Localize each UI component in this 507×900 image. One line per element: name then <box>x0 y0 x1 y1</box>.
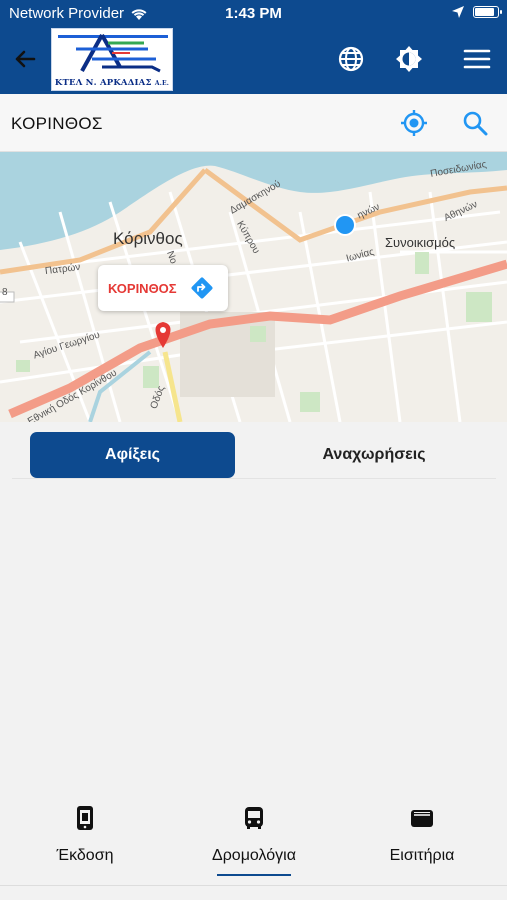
tab-departures[interactable]: Αναχωρήσεις <box>274 432 474 478</box>
location-title: ΚΟΡΙΝΘΟΣ <box>11 114 103 133</box>
status-bar: Network Provider 1:43 PM <box>0 0 507 28</box>
location-bar: ΚΟΡΙΝΘΟΣ <box>0 94 507 152</box>
logo-suffix: Α.Ε. <box>154 80 170 87</box>
menu-icon[interactable] <box>462 44 492 74</box>
arrivals-departures-tabs: Αφίξεις Αναχωρήσεις <box>12 432 496 479</box>
nav-item-issue[interactable]: Έκδοση <box>15 804 155 865</box>
battery-icon <box>473 6 502 18</box>
status-right <box>451 5 502 19</box>
nav-item-routes[interactable]: Δρομολόγια <box>184 804 324 865</box>
logo-text: ΚΤΕΛ Ν. ΑΡΚΑΔΙΑΣ Α.Ε. <box>52 78 172 88</box>
bus-icon <box>245 807 263 829</box>
header: ΚΤΕΛ Ν. ΑΡΚΑΔΙΑΣ Α.Ε. <box>0 28 507 94</box>
wallet-icon <box>411 810 433 827</box>
map-route-number: 8 <box>2 287 8 298</box>
battery-fill <box>475 8 494 16</box>
status-time: 1:43 PM <box>225 5 282 22</box>
bottom-navigation: Έκδοση Δρομολόγια Εισιτήρια <box>0 790 507 886</box>
map-neighborhood-label: Συνοικισμός <box>385 235 456 250</box>
map-view[interactable]: Κόρινθος Συνοικισμός Πατρών Δαμασκηνού Κ… <box>0 152 507 422</box>
brightness-icon[interactable] <box>394 44 424 74</box>
active-tab-indicator <box>217 874 291 876</box>
nav-label-tickets: Εισιτήρια <box>389 847 455 864</box>
top-bar: Network Provider 1:43 PM ΚΤΕΛ Ν. ΑΡΚΑΔΙΑ… <box>0 0 507 94</box>
nav-label-routes: Δρομολόγια <box>212 847 296 864</box>
directions-icon[interactable] <box>190 276 214 300</box>
map-popup-label: ΚΟΡΙΝΘΟΣ <box>108 281 177 296</box>
tab-arrivals[interactable]: Αφίξεις <box>30 432 235 478</box>
bottom-divider <box>0 885 507 886</box>
nav-label-issue: Έκδοση <box>56 847 114 864</box>
company-logo: ΚΤΕΛ Ν. ΑΡΚΑΔΙΑΣ Α.Ε. <box>51 28 173 91</box>
nav-item-tickets[interactable]: Εισιτήρια <box>352 804 492 865</box>
ticket-issue-icon <box>77 806 93 830</box>
back-arrow-icon[interactable] <box>10 44 40 74</box>
logo-emblem <box>58 34 168 73</box>
search-icon[interactable] <box>460 108 490 138</box>
logo-title: ΚΤΕΛ Ν. ΑΡΚΑΔΙΑΣ <box>54 78 152 88</box>
map-city-label: Κόρινθος <box>113 229 183 248</box>
location-arrow-icon <box>452 6 464 18</box>
globe-icon[interactable] <box>336 44 366 74</box>
my-location-icon[interactable] <box>399 108 429 138</box>
map-popup[interactable]: ΚΟΡΙΝΘΟΣ <box>98 265 228 311</box>
